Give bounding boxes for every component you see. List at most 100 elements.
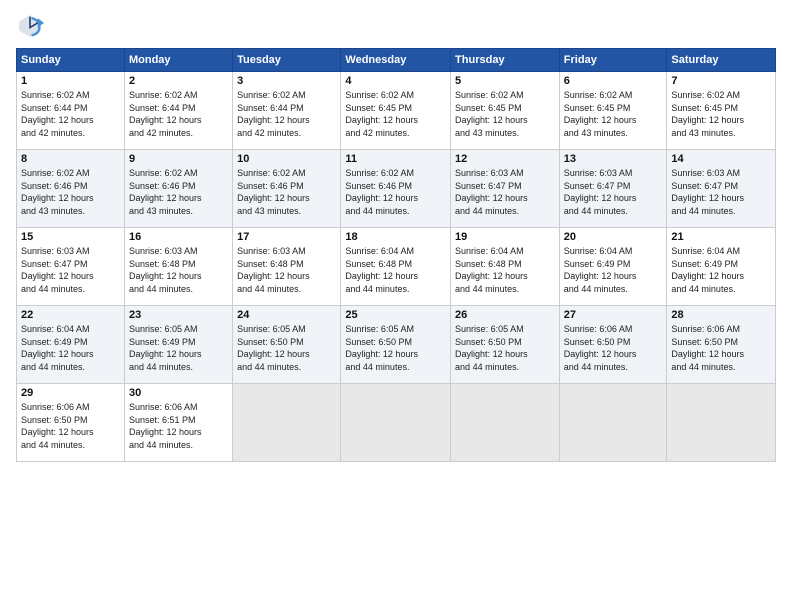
- calendar-cell: 3 Sunrise: 6:02 AM Sunset: 6:44 PM Daylig…: [233, 72, 341, 150]
- day-number: 29: [21, 387, 120, 399]
- calendar-cell: [559, 384, 667, 462]
- day-info: Sunrise: 6:04 AM Sunset: 6:48 PM Dayligh…: [345, 245, 446, 295]
- logo-icon: [16, 12, 44, 40]
- day-info: Sunrise: 6:03 AM Sunset: 6:48 PM Dayligh…: [237, 245, 336, 295]
- day-number: 12: [455, 153, 555, 165]
- column-header-thursday: Thursday: [451, 49, 560, 72]
- week-row-2: 8 Sunrise: 6:02 AM Sunset: 6:46 PM Daylig…: [17, 150, 776, 228]
- column-header-tuesday: Tuesday: [233, 49, 341, 72]
- calendar-cell: 11 Sunrise: 6:02 AM Sunset: 6:46 PM Dayli…: [341, 150, 451, 228]
- week-row-1: 1 Sunrise: 6:02 AM Sunset: 6:44 PM Daylig…: [17, 72, 776, 150]
- calendar-cell: 28 Sunrise: 6:06 AM Sunset: 6:50 PM Dayli…: [667, 306, 776, 384]
- day-info: Sunrise: 6:02 AM Sunset: 6:45 PM Dayligh…: [455, 89, 555, 139]
- day-info: Sunrise: 6:02 AM Sunset: 6:46 PM Dayligh…: [129, 167, 228, 217]
- day-info: Sunrise: 6:06 AM Sunset: 6:50 PM Dayligh…: [564, 323, 663, 373]
- column-header-friday: Friday: [559, 49, 667, 72]
- calendar-cell: 18 Sunrise: 6:04 AM Sunset: 6:48 PM Dayli…: [341, 228, 451, 306]
- day-number: 24: [237, 309, 336, 321]
- calendar-cell: 12 Sunrise: 6:03 AM Sunset: 6:47 PM Dayli…: [451, 150, 560, 228]
- day-info: Sunrise: 6:03 AM Sunset: 6:47 PM Dayligh…: [564, 167, 663, 217]
- logo: [16, 12, 48, 40]
- day-info: Sunrise: 6:03 AM Sunset: 6:47 PM Dayligh…: [455, 167, 555, 217]
- calendar-cell: 5 Sunrise: 6:02 AM Sunset: 6:45 PM Daylig…: [451, 72, 560, 150]
- day-info: Sunrise: 6:05 AM Sunset: 6:49 PM Dayligh…: [129, 323, 228, 373]
- header: [16, 12, 776, 40]
- calendar-cell: 13 Sunrise: 6:03 AM Sunset: 6:47 PM Dayli…: [559, 150, 667, 228]
- calendar-cell: 21Sunrise: 6:04 AM Sunset: 6:49 PM Dayli…: [667, 228, 776, 306]
- day-number: 26: [455, 309, 555, 321]
- calendar-cell: 24 Sunrise: 6:05 AM Sunset: 6:50 PM Dayli…: [233, 306, 341, 384]
- calendar-cell: [341, 384, 451, 462]
- calendar-cell: [451, 384, 560, 462]
- day-info: Sunrise: 6:05 AM Sunset: 6:50 PM Dayligh…: [237, 323, 336, 373]
- day-info: Sunrise: 6:02 AM Sunset: 6:46 PM Dayligh…: [21, 167, 120, 217]
- calendar-header-row: SundayMondayTuesdayWednesdayThursdayFrid…: [17, 49, 776, 72]
- calendar-cell: 22Sunrise: 6:04 AM Sunset: 6:49 PM Dayli…: [17, 306, 125, 384]
- day-info: Sunrise: 6:06 AM Sunset: 6:50 PM Dayligh…: [671, 323, 771, 373]
- column-header-saturday: Saturday: [667, 49, 776, 72]
- calendar-cell: 10 Sunrise: 6:02 AM Sunset: 6:46 PM Dayli…: [233, 150, 341, 228]
- calendar-cell: 14Sunrise: 6:03 AM Sunset: 6:47 PM Dayli…: [667, 150, 776, 228]
- calendar-page: SundayMondayTuesdayWednesdayThursdayFrid…: [0, 0, 792, 612]
- day-number: 6: [564, 75, 663, 87]
- day-number: 30: [129, 387, 228, 399]
- day-number: 1: [21, 75, 120, 87]
- calendar-cell: 29 Sunrise: 6:06 AM Sunset: 6:50 PM Dayli…: [17, 384, 125, 462]
- day-number: 23: [129, 309, 228, 321]
- day-number: 8: [21, 153, 120, 165]
- day-number: 7: [671, 75, 771, 87]
- calendar-table: SundayMondayTuesdayWednesdayThursdayFrid…: [16, 48, 776, 462]
- week-row-5: 29 Sunrise: 6:06 AM Sunset: 6:50 PM Dayli…: [17, 384, 776, 462]
- calendar-cell: 6Sunrise: 6:02 AM Sunset: 6:45 PM Daylig…: [559, 72, 667, 150]
- calendar-cell: 26Sunrise: 6:05 AM Sunset: 6:50 PM Dayli…: [451, 306, 560, 384]
- day-info: Sunrise: 6:04 AM Sunset: 6:49 PM Dayligh…: [564, 245, 663, 295]
- calendar-cell: 17 Sunrise: 6:03 AM Sunset: 6:48 PM Dayli…: [233, 228, 341, 306]
- day-number: 16: [129, 231, 228, 243]
- calendar-cell: 23 Sunrise: 6:05 AM Sunset: 6:49 PM Dayli…: [124, 306, 232, 384]
- calendar-cell: 4 Sunrise: 6:02 AM Sunset: 6:45 PM Daylig…: [341, 72, 451, 150]
- day-info: Sunrise: 6:04 AM Sunset: 6:49 PM Dayligh…: [21, 323, 120, 373]
- calendar-cell: 30 Sunrise: 6:06 AM Sunset: 6:51 PM Dayli…: [124, 384, 232, 462]
- calendar-cell: 19 Sunrise: 6:04 AM Sunset: 6:48 PM Dayli…: [451, 228, 560, 306]
- day-info: Sunrise: 6:02 AM Sunset: 6:45 PM Dayligh…: [345, 89, 446, 139]
- day-number: 5: [455, 75, 555, 87]
- day-number: 4: [345, 75, 446, 87]
- day-number: 10: [237, 153, 336, 165]
- day-info: Sunrise: 6:02 AM Sunset: 6:45 PM Dayligh…: [671, 89, 771, 139]
- column-header-sunday: Sunday: [17, 49, 125, 72]
- day-info: Sunrise: 6:03 AM Sunset: 6:47 PM Dayligh…: [21, 245, 120, 295]
- day-number: 13: [564, 153, 663, 165]
- day-number: 9: [129, 153, 228, 165]
- day-number: 11: [345, 153, 446, 165]
- calendar-cell: 9 Sunrise: 6:02 AM Sunset: 6:46 PM Daylig…: [124, 150, 232, 228]
- day-info: Sunrise: 6:06 AM Sunset: 6:51 PM Dayligh…: [129, 401, 228, 451]
- day-number: 25: [345, 309, 446, 321]
- day-number: 19: [455, 231, 555, 243]
- calendar-cell: 1 Sunrise: 6:02 AM Sunset: 6:44 PM Daylig…: [17, 72, 125, 150]
- day-number: 18: [345, 231, 446, 243]
- column-header-wednesday: Wednesday: [341, 49, 451, 72]
- day-info: Sunrise: 6:06 AM Sunset: 6:50 PM Dayligh…: [21, 401, 120, 451]
- day-number: 17: [237, 231, 336, 243]
- day-number: 28: [671, 309, 771, 321]
- day-info: Sunrise: 6:02 AM Sunset: 6:44 PM Dayligh…: [21, 89, 120, 139]
- calendar-cell: [667, 384, 776, 462]
- day-number: 3: [237, 75, 336, 87]
- day-info: Sunrise: 6:02 AM Sunset: 6:46 PM Dayligh…: [237, 167, 336, 217]
- day-info: Sunrise: 6:03 AM Sunset: 6:48 PM Dayligh…: [129, 245, 228, 295]
- calendar-cell: 20 Sunrise: 6:04 AM Sunset: 6:49 PM Dayli…: [559, 228, 667, 306]
- calendar-cell: 27Sunrise: 6:06 AM Sunset: 6:50 PM Dayli…: [559, 306, 667, 384]
- day-number: 20: [564, 231, 663, 243]
- calendar-cell: 2Sunrise: 6:02 AM Sunset: 6:44 PM Daylig…: [124, 72, 232, 150]
- day-info: Sunrise: 6:04 AM Sunset: 6:48 PM Dayligh…: [455, 245, 555, 295]
- day-number: 2: [129, 75, 228, 87]
- day-number: 15: [21, 231, 120, 243]
- day-info: Sunrise: 6:02 AM Sunset: 6:44 PM Dayligh…: [237, 89, 336, 139]
- day-info: Sunrise: 6:02 AM Sunset: 6:46 PM Dayligh…: [345, 167, 446, 217]
- day-number: 14: [671, 153, 771, 165]
- day-number: 21: [671, 231, 771, 243]
- week-row-4: 22Sunrise: 6:04 AM Sunset: 6:49 PM Dayli…: [17, 306, 776, 384]
- calendar-cell: [233, 384, 341, 462]
- column-header-monday: Monday: [124, 49, 232, 72]
- calendar-cell: 7 Sunrise: 6:02 AM Sunset: 6:45 PM Daylig…: [667, 72, 776, 150]
